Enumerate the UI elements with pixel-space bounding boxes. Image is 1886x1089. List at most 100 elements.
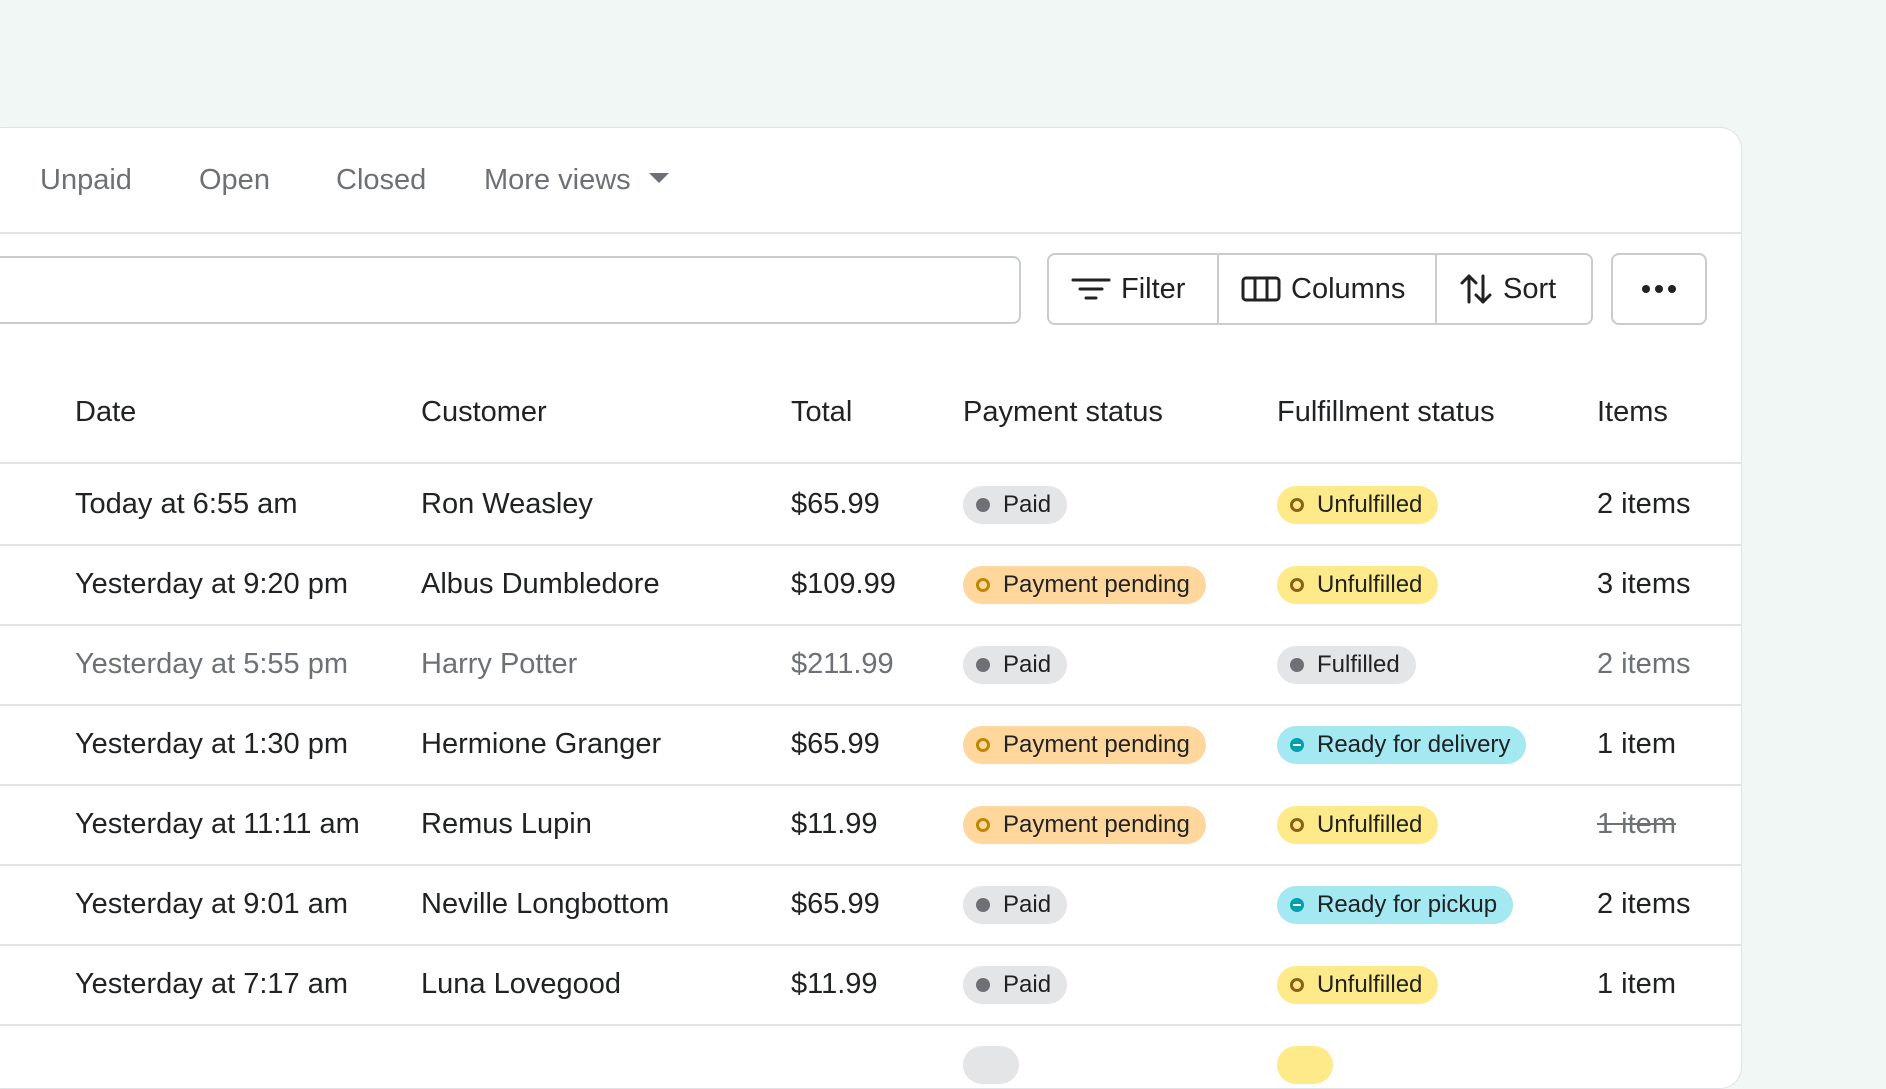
column-header-total[interactable]: Total (791, 396, 852, 429)
filter-icon (1071, 278, 1111, 300)
table-controls: Filter Columns Sort (1047, 253, 1593, 325)
customer-name: Hermione Granger (421, 728, 662, 760)
badge-label: Ready for delivery (1317, 731, 1511, 758)
badge-label: Paid (1003, 891, 1052, 918)
status-dot-icon (976, 658, 990, 672)
tab-closed[interactable]: Closed (336, 164, 426, 197)
fulfillment-status-badge: Unfulfilled (1277, 486, 1439, 524)
payment-status-badge: Paid (963, 646, 1068, 684)
order-total: $65.99 (791, 488, 880, 520)
view-tabs: Unpaid Open Closed More views (0, 128, 1741, 234)
order-total: $11.99 (791, 808, 878, 840)
filter-button[interactable]: Filter (1049, 255, 1217, 323)
fulfillment-status-badge: Unfulfilled (1277, 566, 1439, 604)
table-row[interactable]: Today at 6:55 am Ron Weasley $65.99 Paid… (0, 464, 1741, 546)
badge-label: Fulfilled (1317, 651, 1400, 678)
table-row[interactable]: Yesterday at 11:11 am Remus Lupin $11.99… (0, 784, 1741, 866)
badge-label: Unfulfilled (1317, 491, 1423, 518)
fulfillment-status-badge: Fulfilled (1277, 646, 1416, 684)
item-count: 2 items (1597, 648, 1691, 680)
payment-status-badge: Paid (963, 966, 1068, 1004)
columns-label: Columns (1291, 272, 1406, 305)
status-dot-icon (976, 498, 990, 512)
payment-status-badge (963, 1046, 1019, 1084)
more-horizontal-icon (1642, 285, 1676, 293)
column-header-fulfillment-status[interactable]: Fulfillment status (1277, 396, 1495, 429)
fulfillment-status-badge (1277, 1046, 1333, 1084)
fulfillment-status-badge: Ready for delivery (1277, 726, 1527, 764)
order-date: Yesterday at 9:20 pm (75, 568, 348, 600)
column-header-customer[interactable]: Customer (421, 396, 547, 429)
order-date: Yesterday at 7:17 am (75, 968, 348, 1000)
badge-label: Ready for pickup (1317, 891, 1498, 918)
status-ring-icon (976, 818, 990, 832)
column-header-date[interactable]: Date (75, 396, 136, 429)
item-count: 2 items (1597, 488, 1691, 520)
payment-status-badge: Payment pending (963, 566, 1206, 604)
tab-more-views-label: More views (484, 164, 631, 196)
column-header-items[interactable]: Items (1597, 396, 1668, 429)
fulfillment-status-badge: Unfulfilled (1277, 806, 1439, 844)
order-date: Yesterday at 11:11 am (75, 808, 360, 840)
customer-name: Luna Lovegood (421, 968, 621, 1000)
filter-label: Filter (1121, 272, 1186, 305)
customer-name: Ron Weasley (421, 488, 593, 520)
status-ring-icon (976, 738, 990, 752)
columns-icon (1241, 276, 1281, 302)
tab-open[interactable]: Open (199, 164, 270, 197)
column-header-payment-status[interactable]: Payment status (963, 396, 1163, 429)
status-ring-icon (1290, 578, 1304, 592)
item-count: 1 item (1597, 728, 1676, 760)
order-date: Yesterday at 1:30 pm (75, 728, 348, 760)
status-dot-icon (1290, 658, 1304, 672)
table-row[interactable]: Yesterday at 9:01 am Neville Longbottom … (0, 864, 1741, 946)
fulfillment-status-badge: Unfulfilled (1277, 966, 1439, 1004)
order-date: Yesterday at 5:55 pm (75, 648, 348, 680)
status-minus-icon (1290, 738, 1304, 752)
badge-label: Payment pending (1003, 811, 1190, 838)
item-count: 2 items (1597, 888, 1691, 920)
more-actions-button[interactable] (1611, 253, 1707, 325)
badge-label: Paid (1003, 491, 1052, 518)
badge-label: Unfulfilled (1317, 811, 1423, 838)
order-date: Yesterday at 9:01 am (75, 888, 348, 920)
badge-label: Unfulfilled (1317, 571, 1423, 598)
search-input[interactable] (0, 256, 1021, 324)
fulfillment-status-badge: Ready for pickup (1277, 886, 1514, 924)
badge-label: Paid (1003, 971, 1052, 998)
order-total: $65.99 (791, 728, 880, 760)
badge-label: Payment pending (1003, 571, 1190, 598)
status-dot-icon (976, 978, 990, 992)
table-row[interactable]: Yesterday at 7:17 am Luna Lovegood $11.9… (0, 944, 1741, 1026)
order-total: $65.99 (791, 888, 880, 920)
payment-status-badge: Payment pending (963, 726, 1206, 764)
table-row-partial[interactable] (0, 1024, 1741, 1088)
order-total: $109.99 (791, 568, 896, 600)
status-dot-icon (976, 898, 990, 912)
sort-icon (1460, 274, 1492, 304)
table-row[interactable]: Yesterday at 1:30 pm Hermione Granger $6… (0, 704, 1741, 786)
table-header: Date Customer Total Payment status Fulfi… (0, 368, 1741, 464)
customer-name: Neville Longbottom (421, 888, 670, 920)
badge-label: Payment pending (1003, 731, 1190, 758)
table-row[interactable]: Yesterday at 5:55 pm Harry Potter $211.9… (0, 624, 1741, 706)
customer-name: Remus Lupin (421, 808, 592, 840)
sort-label: Sort (1503, 272, 1557, 305)
tab-unpaid[interactable]: Unpaid (40, 164, 132, 197)
status-ring-icon (976, 578, 990, 592)
orders-card: Unpaid Open Closed More views Filter Col… (0, 127, 1742, 1089)
customer-name: Albus Dumbledore (421, 568, 660, 600)
order-total: $11.99 (791, 968, 878, 1000)
columns-button[interactable]: Columns (1217, 255, 1435, 323)
item-count: 1 item (1597, 808, 1676, 840)
badge-label: Unfulfilled (1317, 971, 1423, 998)
table-row[interactable]: Yesterday at 9:20 pm Albus Dumbledore $1… (0, 544, 1741, 626)
payment-status-badge: Payment pending (963, 806, 1206, 844)
badge-label: Paid (1003, 651, 1052, 678)
tab-more-views[interactable]: More views (484, 164, 669, 197)
item-count: 3 items (1597, 568, 1691, 600)
sort-button[interactable]: Sort (1435, 255, 1591, 323)
status-ring-icon (1290, 818, 1304, 832)
status-ring-icon (1290, 498, 1304, 512)
status-minus-icon (1290, 898, 1304, 912)
